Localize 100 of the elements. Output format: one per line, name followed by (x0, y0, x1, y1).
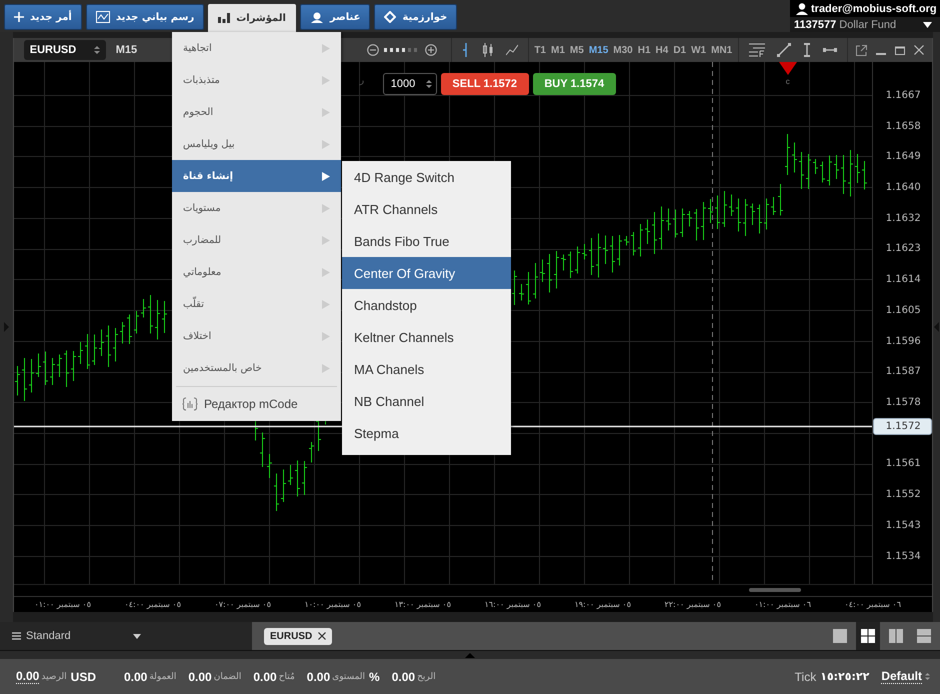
menu-item[interactable]: الحجوم (172, 96, 341, 128)
submenu-item[interactable]: Center Of Gravity (342, 257, 511, 289)
sell-button[interactable]: SELL 1.1572 (440, 73, 529, 95)
account-email: trader@mobius-soft.org (811, 2, 937, 14)
submenu-arrow-icon (322, 332, 330, 340)
zoom-in-icon[interactable] (424, 44, 437, 56)
submenu-item[interactable]: MA Chanels (342, 353, 511, 385)
timeframe-button[interactable]: MN1 (708, 44, 735, 56)
horizontal-lines-icon[interactable] (748, 43, 765, 57)
submenu-item[interactable]: Keltner Channels (342, 321, 511, 353)
layout-selector[interactable]: Standard (0, 622, 252, 650)
close-icon[interactable] (318, 632, 326, 640)
price-label: 1.1640 (884, 182, 921, 194)
scrollbar-thumb[interactable] (748, 588, 801, 592)
server-time: ١٥:٢٥:٢٢ (820, 670, 870, 683)
submenu-item[interactable]: NB Channel (342, 385, 511, 417)
menu-item[interactable]: اتجاهية (172, 32, 341, 64)
user-icon (796, 2, 808, 14)
submenu-item[interactable]: Stepma (342, 417, 511, 449)
diamond-icon (384, 11, 396, 23)
submenu-arrow-icon (322, 140, 330, 148)
menu-item[interactable]: مستويات (172, 192, 341, 224)
menu-item[interactable]: بيل ويليامس (172, 128, 341, 160)
submenu-arrow-icon (322, 172, 330, 180)
price-label: 1.1596 (884, 336, 921, 347)
menu-item[interactable]: متذبذبات (172, 64, 341, 96)
time-label: ٠٥ سبتمبر ١٠:٠٠ (304, 600, 362, 610)
layout-button[interactable] (856, 622, 880, 650)
zoom-level-track[interactable] (384, 48, 420, 52)
profile-selector[interactable]: Default (881, 669, 930, 684)
submenu-arrow-icon (322, 204, 330, 212)
menu-item[interactable]: Редактор mCode (172, 389, 341, 419)
timeframe-button[interactable]: T1 (532, 44, 548, 56)
toolbar-button[interactable]: عناصر (300, 4, 370, 30)
account-selector[interactable]: 1137577 Dollar Fund (790, 17, 940, 32)
time-label: ٠٥ سبتمبر ٠١:٠٠ (34, 600, 92, 610)
candlestick-icon[interactable] (482, 43, 494, 57)
collapse-handle-icon[interactable] (934, 322, 939, 332)
price-label: 1.1587 (884, 366, 921, 378)
timeframe-button[interactable]: W1 (688, 44, 709, 56)
submenu-item[interactable]: 4D Range Switch (342, 161, 511, 193)
quantity-field[interactable]: 1000 (382, 73, 437, 95)
timeframe-button[interactable]: M15 (586, 44, 611, 56)
price-label: 1.1543 (884, 520, 921, 531)
status-value: 0.00 (306, 670, 330, 684)
status-value: 0.00 (188, 670, 212, 684)
submenu-arrow-icon (322, 44, 330, 52)
menu-icon (12, 632, 21, 640)
dropdown-icon (923, 22, 932, 28)
line-chart-icon[interactable] (506, 44, 518, 56)
horizontal-line-icon[interactable] (822, 47, 837, 53)
submenu-item[interactable]: Bands Fibo True (342, 225, 511, 257)
event-label: c (786, 77, 790, 86)
status-value: 0.00 (253, 670, 277, 684)
price-label: 1.1605 (884, 304, 921, 316)
submenu-item[interactable]: ATR Channels (342, 193, 511, 225)
toolbar-button[interactable]: خوارزمية (374, 4, 458, 30)
toolbar-button[interactable]: المؤشرات (208, 4, 296, 32)
timeframe-button[interactable]: M5 (567, 44, 586, 56)
maximize-icon[interactable] (894, 46, 905, 54)
zoom-out-icon[interactable] (366, 44, 379, 56)
menu-item[interactable]: إنشاء قناة (172, 160, 341, 192)
buy-button[interactable]: BUY 1.1574 (532, 73, 616, 95)
submenu-arrow-icon (322, 268, 330, 276)
status-label: الرصيد (41, 672, 67, 682)
submenu-arrow-icon (322, 300, 330, 308)
symbol-field[interactable]: EURUSD (24, 40, 106, 60)
timeframe-button[interactable]: M30 (610, 44, 636, 56)
toolbar-button[interactable]: أمر جديد (4, 4, 82, 30)
status-label: مُتاح (278, 672, 295, 682)
popout-icon[interactable] (856, 44, 867, 56)
price-label: 1.1552 (884, 489, 921, 500)
balance-value[interactable]: 0.00 (16, 669, 40, 684)
timeframe-button[interactable]: M1 (548, 44, 568, 56)
menu-item[interactable]: معلوماتي (172, 256, 341, 288)
status-label: المستوى (332, 672, 366, 682)
trend-line-icon[interactable] (776, 43, 791, 57)
menu-item[interactable]: تقلّب (172, 288, 341, 320)
submenu-arrow-icon (322, 364, 330, 372)
menu-item[interactable]: للمضارب (172, 224, 341, 256)
status-label: الضمان (214, 672, 242, 682)
submenu-item[interactable]: Chandstop (342, 289, 511, 321)
timeframe-button[interactable]: H1 (635, 44, 654, 56)
chart-tab[interactable]: EURUSD (264, 628, 332, 644)
status-unit: % (369, 670, 380, 684)
person-icon (310, 12, 324, 22)
time-label: ٠٥ سبتمبر ١٩:٠٠ (574, 600, 632, 610)
toolbar-button[interactable]: رسم بياني جديد (86, 4, 204, 30)
columns-layout-icon (889, 629, 903, 643)
menu-item[interactable]: خاص بالمستخدمين (172, 352, 341, 384)
single-layout-icon (833, 629, 847, 643)
timeframe-button[interactable]: H4 (653, 44, 671, 56)
price-label: 1.1649 (884, 151, 921, 162)
vertical-line-icon[interactable] (802, 43, 811, 57)
menu-item[interactable]: اختلاف (172, 320, 341, 352)
timeframe-button[interactable]: D1 (670, 44, 689, 56)
price-label: 1.1658 (884, 120, 921, 132)
time-label: ٠٦ سبتمبر ٠٤:٠٠ (844, 600, 902, 610)
close-icon[interactable] (914, 45, 924, 55)
grid-layout-icon (861, 629, 875, 643)
